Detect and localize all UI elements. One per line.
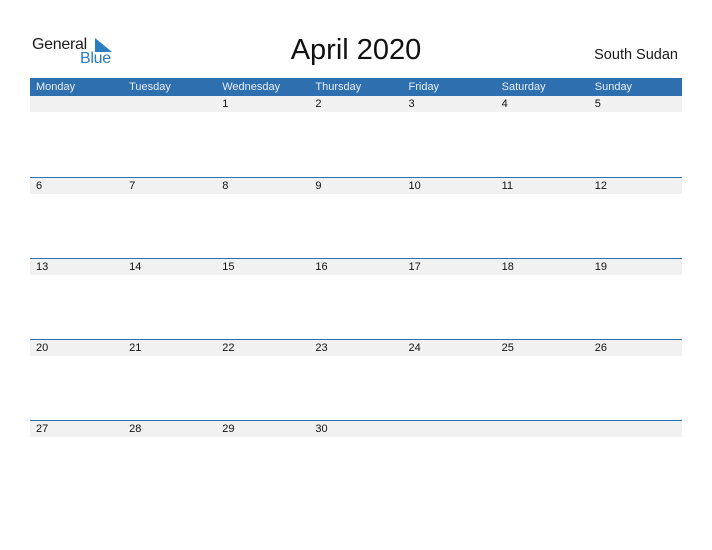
day-cell: 23 [315,342,328,354]
day-cell: 24 [408,342,421,354]
week-row: 27 28 29 30 [30,420,682,501]
day-cell: 18 [501,261,514,273]
day-cell: 30 [315,423,328,435]
day-cell: 14 [129,261,142,273]
day-number-bar: 27 28 29 30 [30,421,682,437]
day-cell: 9 [315,180,322,192]
country-label: South Sudan [594,47,678,63]
day-cell: 15 [222,261,235,273]
week-row: 20 21 22 23 24 25 26 [30,339,682,420]
day-cell: 7 [129,180,136,192]
day-cell: 10 [408,180,421,192]
day-cell: 22 [222,342,235,354]
week-row: 1 2 3 4 5 [30,96,682,177]
day-cell: 28 [129,423,142,435]
day-cell: 29 [222,423,235,435]
weekday-label: Thursday [315,81,362,93]
week-row: 13 14 15 16 17 18 19 [30,258,682,339]
weekday-label: Saturday [501,81,546,93]
week-row: 6 7 8 9 10 11 12 [30,177,682,258]
day-cell: 26 [594,342,607,354]
day-cell: 20 [36,342,49,354]
weekday-label: Sunday [594,81,633,93]
day-cell [403,421,496,437]
day-cell: 2 [315,98,322,110]
day-cell: 19 [594,261,607,273]
day-cell: 12 [594,180,607,192]
day-cell [589,421,682,437]
day-number-bar: 6 7 8 9 10 11 12 [30,178,682,194]
calendar-grid: Monday Tuesday Wednesday Thursday Friday… [30,78,682,501]
day-cell: 6 [36,180,43,192]
weekday-label: Tuesday [129,81,171,93]
weekday-label: Friday [408,81,440,93]
weekday-label: Wednesday [222,81,281,93]
day-cell: 11 [501,180,514,192]
day-cell: 21 [129,342,142,354]
day-cell: 17 [408,261,421,273]
day-cell [123,96,216,112]
day-cell: 25 [501,342,514,354]
day-cell: 1 [222,98,229,110]
day-cell: 27 [36,423,49,435]
day-cell: 13 [36,261,49,273]
weekday-header: Monday Tuesday Wednesday Thursday Friday… [30,78,682,96]
day-cell: 8 [222,180,229,192]
day-cell: 3 [408,98,415,110]
day-cell: 4 [501,98,508,110]
day-cell: 5 [594,98,601,110]
weekday-label: Monday [36,81,76,93]
day-number-bar: 1 2 3 4 5 [30,96,682,112]
day-cell: 16 [315,261,328,273]
day-number-bar: 13 14 15 16 17 18 19 [30,259,682,275]
day-cell [30,96,123,112]
day-cell [496,421,589,437]
day-number-bar: 20 21 22 23 24 25 26 [30,340,682,356]
